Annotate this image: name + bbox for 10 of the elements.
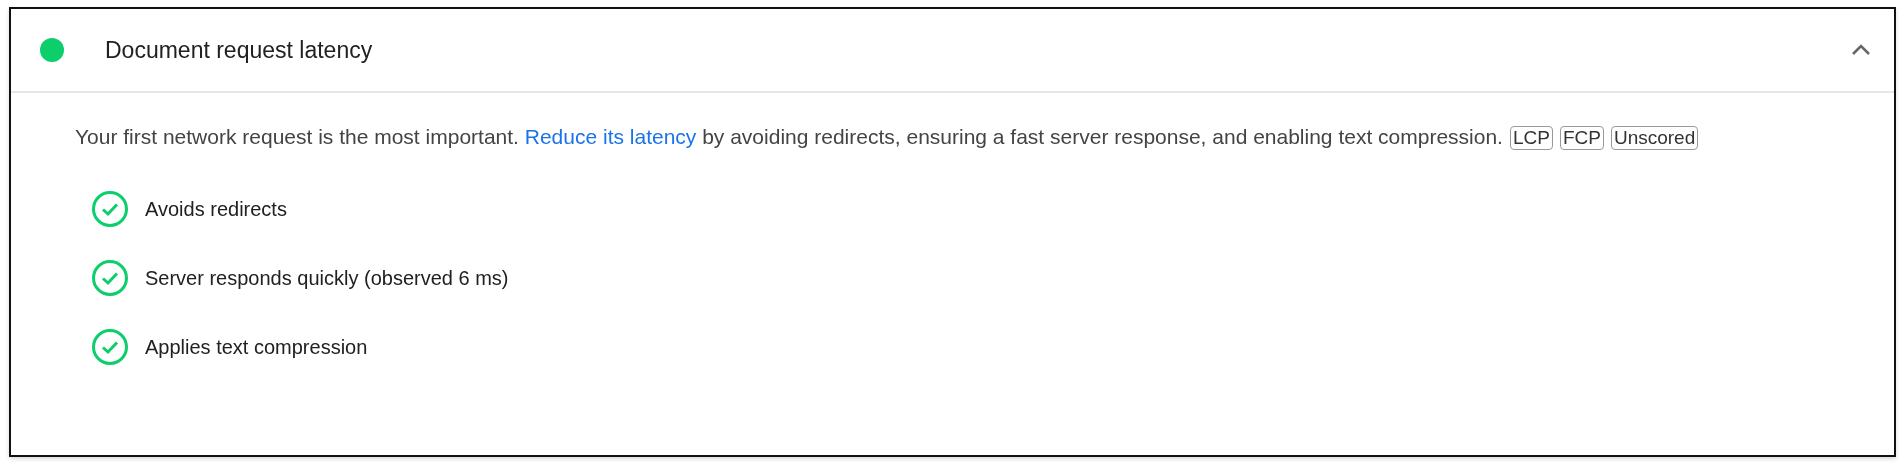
description-text: Your first network request is the most important. Reduce its latency by avoiding redirects, ensuring a fast server response, and enabling text compression. (75, 125, 1503, 148)
metric-tag: FCP (1559, 126, 1604, 150)
latency-link[interactable]: Reduce its latency (524, 125, 697, 148)
check-label: Server responds quickly (observed 6 ms) (145, 266, 509, 290)
check-label: Avoids redirects (145, 197, 287, 221)
chevron-icon[interactable] (1850, 43, 1872, 57)
audit-title: Document request latency (105, 36, 374, 64)
check-label: Applies text compression (145, 335, 368, 359)
metric-tag: Unscored (1610, 126, 1699, 150)
metric-tag: LCP (1509, 126, 1553, 150)
